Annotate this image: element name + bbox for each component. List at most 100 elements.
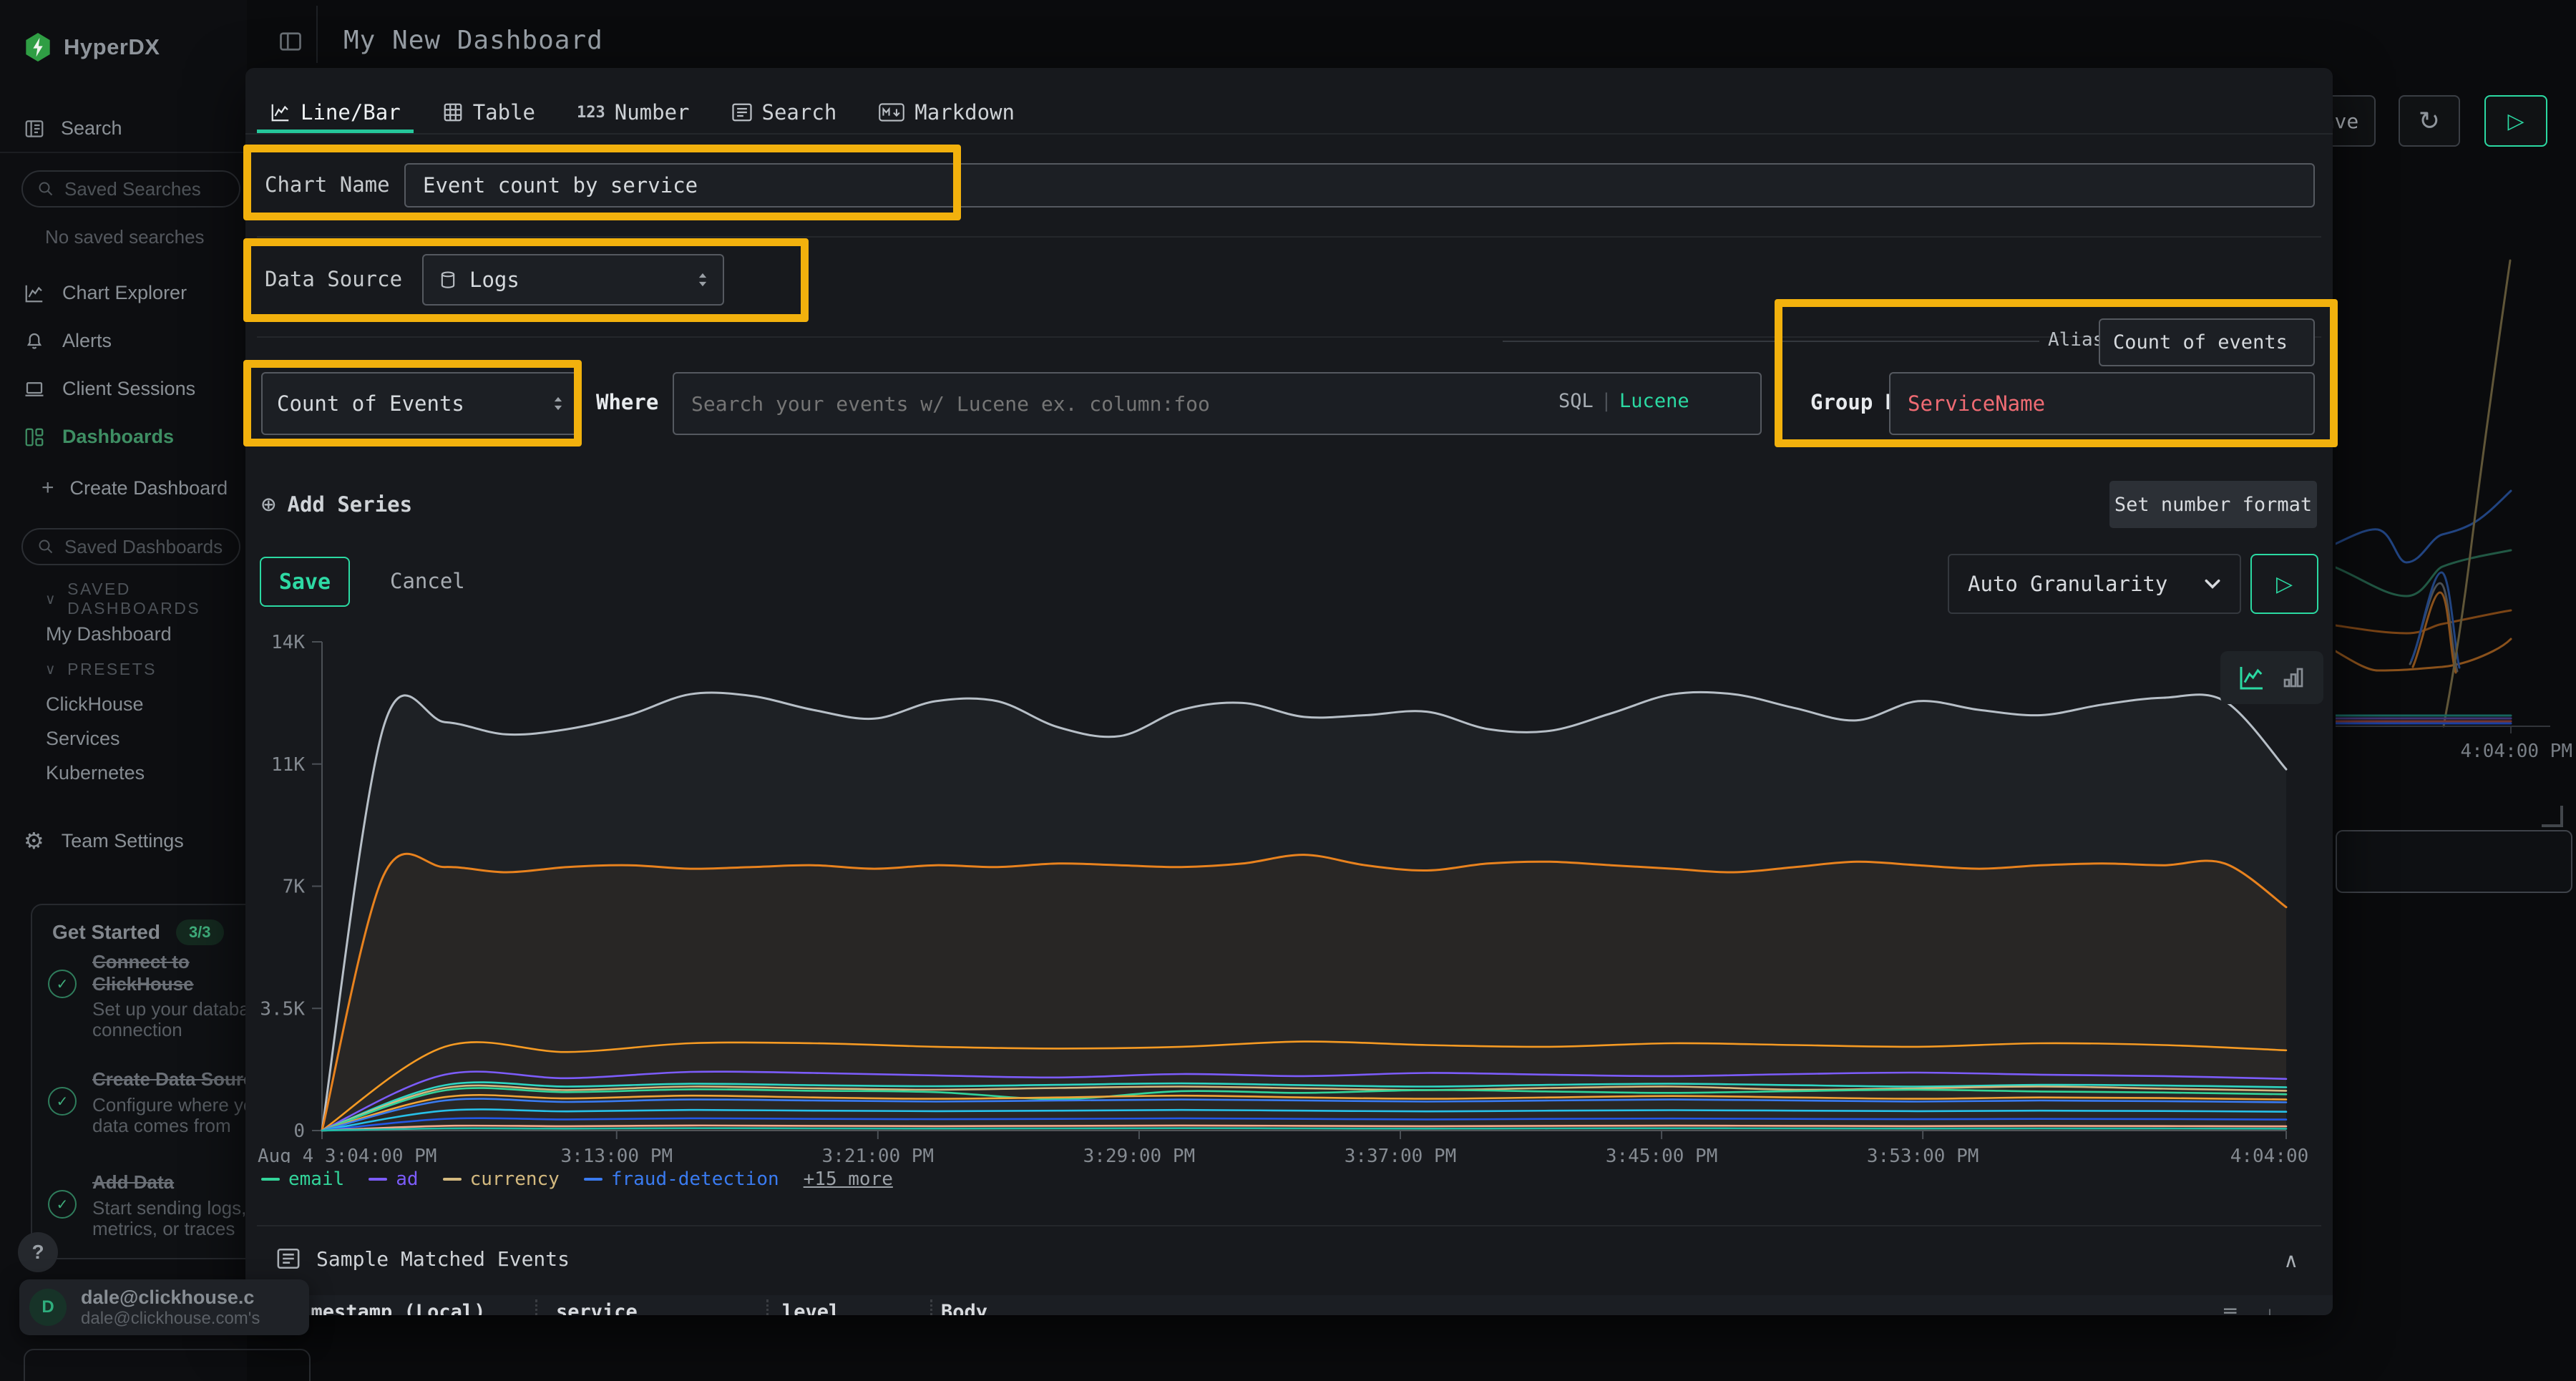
column-header-level[interactable]: level [782,1301,840,1315]
svg-text:14K: 14K [271,632,305,653]
column-header-service[interactable]: service [556,1301,638,1315]
tab-table[interactable]: Table [429,95,548,133]
column-separator[interactable] [930,1299,932,1315]
user-card[interactable]: D dale@clickhouse.c dale@clickhouse.com'… [19,1279,309,1335]
granularity-value: Auto Granularity [1968,572,2167,596]
chevron-up-icon[interactable]: ∧ [2284,1249,2299,1272]
legend-more-link[interactable]: +15 more [804,1168,893,1190]
sidebar-item-label: Chart Explorer [62,282,187,304]
bottom-panel [24,1349,311,1381]
divider [245,133,2333,135]
bell-icon [24,331,45,352]
table-icon [442,102,464,123]
saved-searches-input[interactable]: Saved Searches [21,170,240,208]
sidebar-item-dashboards[interactable]: Dashboards [0,413,247,461]
background-tile-chart [2336,243,2576,737]
legend-item-fraud-detection[interactable]: fraud-detection [584,1168,779,1190]
svg-text:4:04:00 PM: 4:04:00 PM [2230,1146,2318,1163]
markdown-icon [878,102,905,123]
column-separator[interactable] [535,1299,537,1315]
lucene-toggle[interactable]: Lucene [1619,390,1689,412]
sidebar-collapse-button[interactable] [278,29,303,54]
svg-text:0: 0 [293,1121,305,1142]
highlight-group-by [1775,299,2338,447]
check-circle-icon: ✓ [48,1087,77,1116]
saved-searches-placeholder: Saved Searches [64,178,201,200]
sample-matched-events-header[interactable]: Sample Matched Events [276,1246,570,1271]
saved-dashboards-input[interactable]: Saved Dashboards [21,528,240,565]
sidebar-item-services[interactable]: Services [0,721,247,756]
sidebar-item-team-settings[interactable]: ⚙ Team Settings [24,827,184,854]
divider [257,236,2321,238]
granularity-select[interactable]: Auto Granularity [1948,554,2241,614]
create-dashboard-button[interactable]: + Create Dashboard [42,476,228,500]
section-header-saved-dashboards[interactable]: ∨SAVED DASHBOARDS [0,581,247,617]
svg-text:11K: 11K [271,754,305,776]
sidebar-item-search[interactable]: Search [24,117,122,140]
avatar: D [29,1289,67,1326]
chart-line-icon [24,283,45,304]
highlight-aggregation [243,360,582,446]
sql-toggle[interactable]: SQL [1558,390,1594,412]
divider [316,6,318,63]
background-input[interactable] [2336,830,2572,893]
tile-resize-handle[interactable] [2542,806,2563,827]
page-title[interactable]: My New Dashboard [343,26,603,55]
legend-label: currency [470,1168,560,1190]
column-settings-icon[interactable]: ≣ [2222,1302,2238,1315]
search-panel-icon [24,118,45,140]
tab-line-bar[interactable]: Line/Bar [257,95,414,133]
check-circle-icon: ✓ [48,970,77,998]
svg-text:Aug 4 3:04:00 PM: Aug 4 3:04:00 PM [258,1146,436,1163]
dashboard-play-button[interactable]: ▷ [2484,95,2547,147]
sidebar-item-chart-explorer[interactable]: Chart Explorer [0,269,247,317]
legend-item-ad[interactable]: ad [369,1168,418,1190]
tab-markdown[interactable]: Markdown [865,95,1028,133]
no-saved-searches-text: No saved searches [45,226,205,248]
check-circle-icon: ✓ [48,1190,77,1219]
column-separator[interactable] [766,1299,769,1315]
column-header-timestamp[interactable]: Timestamp (Local) [288,1301,485,1315]
sidebar-item-label: Alerts [62,330,112,352]
list-icon [276,1246,301,1271]
sidebar-item-label: Dashboards [62,426,174,448]
legend-swatch [584,1178,602,1181]
svg-text:3:29:00 PM: 3:29:00 PM [1083,1146,1196,1163]
timeseries-chart[interactable]: 03.5K7K11K14KAug 4 3:04:00 PM3:13:00 PM3… [258,630,2318,1163]
chart-legend: email ad currency fraud-detection +15 more [261,1168,893,1190]
query-language-toggle[interactable]: SQL|Lucene [1558,390,1689,412]
section-header-presets[interactable]: ∨PRESETS [0,651,247,687]
legend-label: ad [396,1168,418,1190]
sidebar-item-label: Search [61,117,122,140]
sidebar-item-clickhouse[interactable]: ClickHouse [0,687,247,721]
tab-label: Search [762,100,837,125]
sidebar-item-alerts[interactable]: Alerts [0,317,247,365]
sidebar-item-client-sessions[interactable]: Client Sessions [0,365,247,413]
save-button[interactable]: Save [260,557,350,607]
line-chart-icon[interactable] [2238,663,2266,692]
bar-chart-icon[interactable] [2280,665,2306,690]
legend-item-email[interactable]: email [261,1168,344,1190]
sidebar-nav: Chart Explorer Alerts Client Sessions Dashb… [0,269,247,461]
legend-item-currency[interactable]: currency [443,1168,560,1190]
sidebar-item-kubernetes[interactable]: Kubernetes [0,756,247,790]
number-icon: 123 [577,104,605,122]
tab-number[interactable]: 123Number [564,95,703,133]
sidebar-item-my-dashboard[interactable]: My Dashboard [0,617,247,651]
refresh-button[interactable]: ↻ [2399,95,2460,147]
section-title: SAVED DASHBOARDS [67,580,247,618]
column-header-body[interactable]: Body [941,1301,987,1315]
sidebar: HyperDX Search Saved Searches No saved s… [0,0,247,1381]
download-icon[interactable]: ↓ [2265,1302,2275,1315]
help-button[interactable]: ? [18,1232,58,1272]
add-series-label: Add Series [287,492,412,517]
set-number-format-button[interactable]: Set number format [2109,481,2317,528]
legend-label: fraud-detection [611,1168,779,1190]
user-subtitle: dale@clickhouse.com's [81,1309,260,1329]
tab-search[interactable]: Search [718,95,850,133]
run-query-button[interactable]: ▷ [2250,554,2318,614]
laptop-icon [24,379,45,400]
add-series-button[interactable]: ⊕ Add Series [261,490,412,519]
brand[interactable]: HyperDX [24,31,160,63]
cancel-button[interactable]: Cancel [390,569,465,593]
